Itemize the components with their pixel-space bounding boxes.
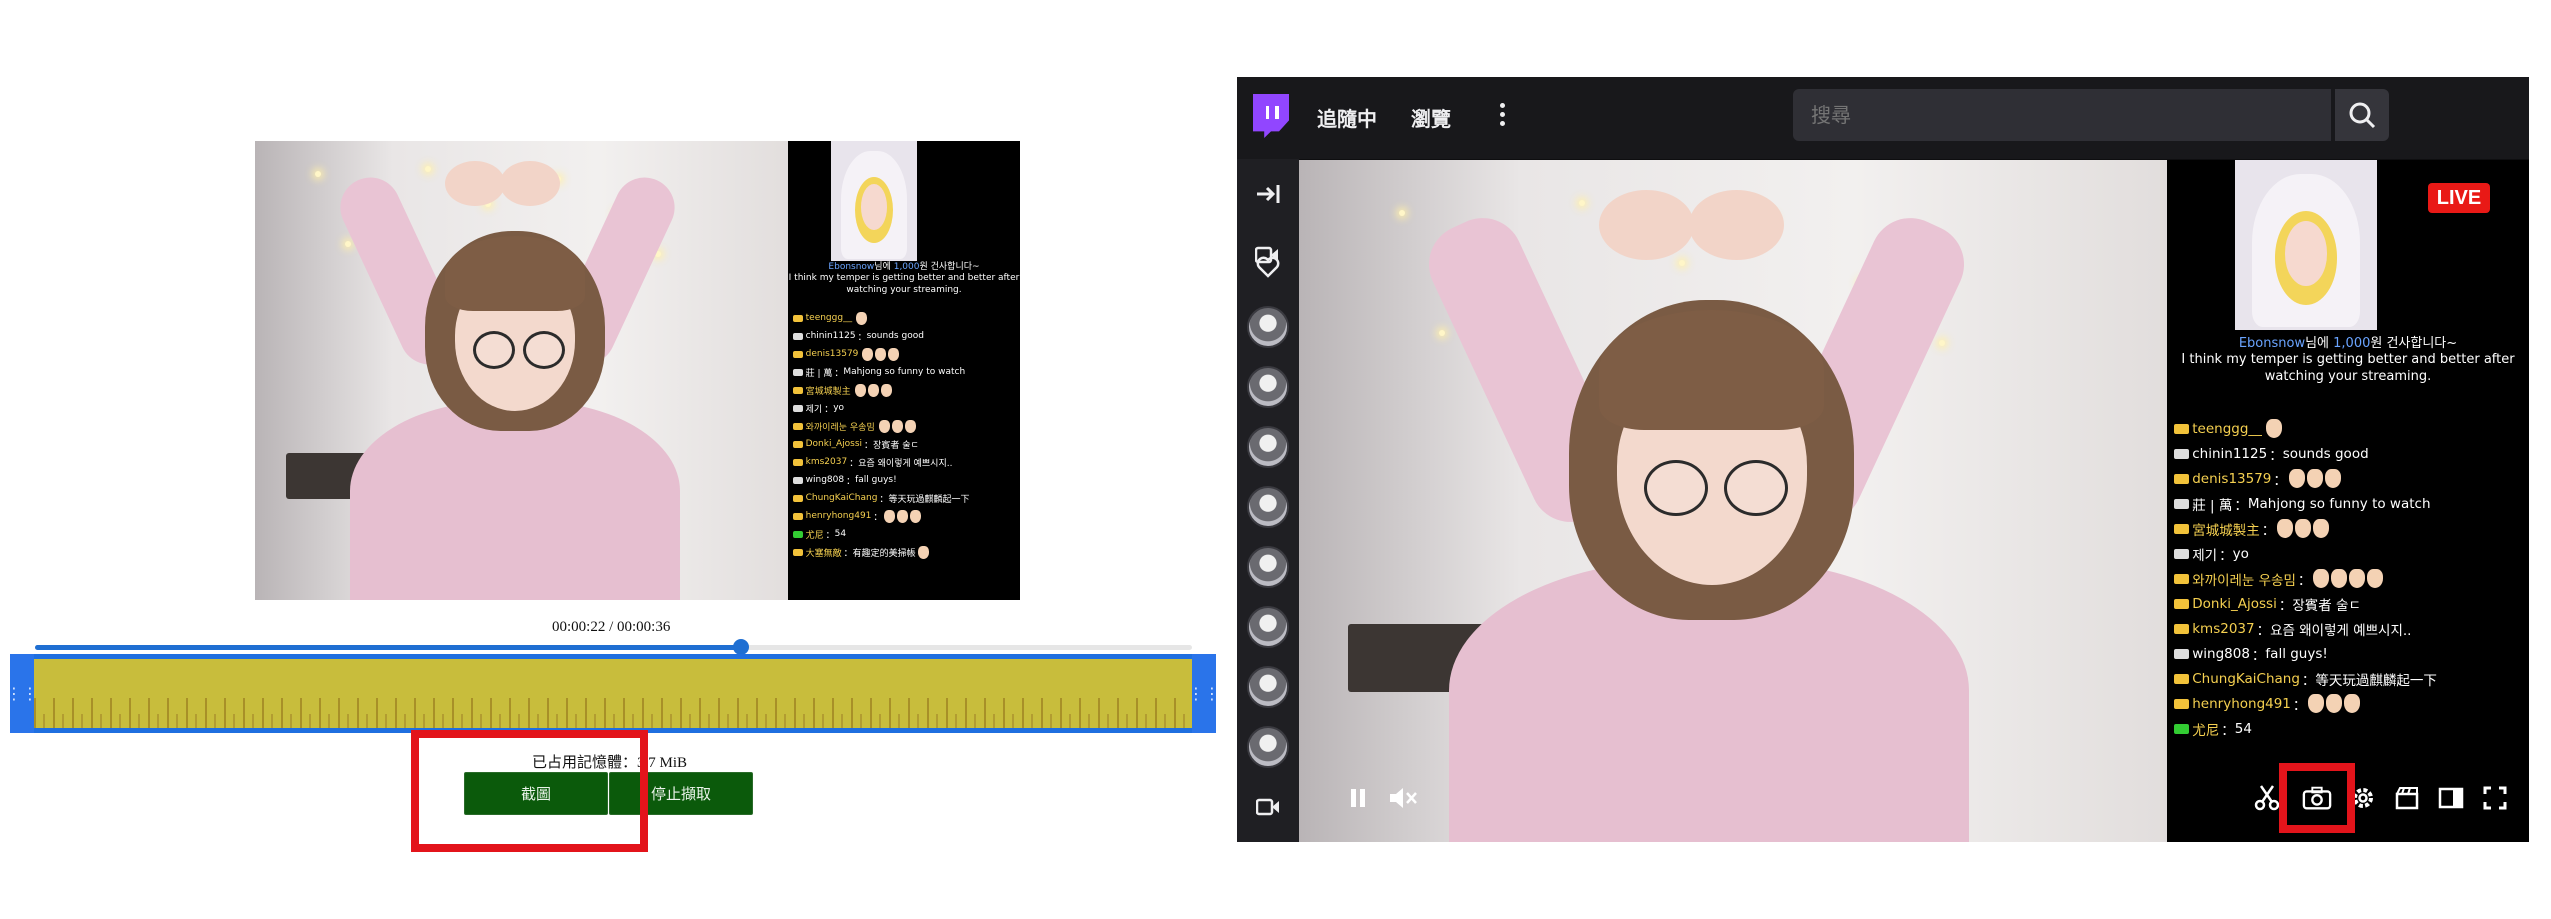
chat-line: henryhong491： <box>2174 691 2437 716</box>
nav-following[interactable]: 追隨中 <box>1317 103 1377 132</box>
chat-line: kms2037： 요즘 왜이렇게 예쁘시지.. <box>2174 616 2437 641</box>
live-badge: LIVE <box>2428 183 2490 213</box>
channel-avatar[interactable] <box>1247 726 1289 768</box>
top-nav: 追隨中 瀏覽 <box>1237 77 2529 159</box>
highlight-box <box>411 730 648 852</box>
seek-progress <box>35 645 741 650</box>
channel-avatar[interactable] <box>1247 546 1289 588</box>
chat-line: henryhong491： <box>792 507 970 525</box>
chat-line: denis13579 <box>792 345 970 363</box>
channel-avatar[interactable] <box>1247 486 1289 528</box>
time-display: 00:00:22 / 00:00:36 <box>552 619 671 635</box>
video-camera-icon[interactable] <box>1253 325 1283 355</box>
search-button[interactable] <box>2335 89 2389 141</box>
chat-line: 宮城城製主： <box>2174 516 2437 541</box>
chat-line: chinin1125： sounds good <box>792 327 970 345</box>
pause-button[interactable] <box>1343 783 1373 813</box>
chat-line: 尤尼： 54 <box>792 525 970 543</box>
donation-message: Ebonsnow님에 1,000원 건사합니다~ I think my temp… <box>2181 336 2515 384</box>
live-video-player[interactable]: Ebonsnow님에 1,000원 건사합니다~ I think my temp… <box>1299 160 2529 842</box>
chat-line: 莊 | 萬： Mahjong so funny to watch <box>2174 491 2437 516</box>
channel-avatar[interactable] <box>1247 426 1289 468</box>
fullscreen-button[interactable] <box>2480 783 2510 813</box>
chat-line: teenggg__ <box>792 309 970 327</box>
theatre-clip-button[interactable] <box>2392 783 2422 813</box>
chat-line: chinin1125： sounds good <box>2174 441 2437 466</box>
chat-line: teenggg__ <box>2174 416 2437 441</box>
channel-avatar[interactable] <box>1247 606 1289 648</box>
clip-button[interactable] <box>2252 783 2282 813</box>
mute-button[interactable] <box>1388 783 1418 813</box>
fullscreen-icon <box>2483 786 2507 810</box>
search-input[interactable] <box>1793 89 2331 141</box>
chat-line: ChungKaiChang：等天玩過麒麟起一下 <box>792 489 969 507</box>
stream-chat-overlay: Ebonsnow님에 1,000원 건사합니다~ I think my temp… <box>2167 160 2529 842</box>
trim-end-handle[interactable]: ⋮⋮ <box>1188 654 1220 733</box>
chat-line: denis13579： <box>2174 466 2437 491</box>
chat-line: wing808： fall guys! <box>2174 641 2437 666</box>
trim-waveform[interactable] <box>10 654 1216 733</box>
muted-speaker-icon <box>1390 788 1417 808</box>
theatre-mode-button[interactable] <box>2436 783 2466 813</box>
search-icon <box>2349 102 2376 129</box>
chat-line: 와까이레눈 우송밈： <box>2174 566 2437 591</box>
chat-line: 莊 | 萬： Mahjong so funny to watch <box>792 363 970 381</box>
nav-browse[interactable]: 瀏覽 <box>1411 103 1451 132</box>
chat-line: kms2037： 요즘 왜이렇게 예쁘시지.. <box>792 453 970 471</box>
theatre-mode-icon <box>2438 787 2464 809</box>
scissors-icon <box>2254 785 2280 811</box>
chat-line: 宮城城製主 <box>792 381 970 399</box>
chat-line: 尤尼： 54 <box>2174 716 2437 741</box>
donation-message: Ebonsnow님에 1,000원 건사합니다~ I think my temp… <box>788 262 1020 295</box>
chat-line: ChungKaiChang：等天玩過麒麟起一下 <box>2174 666 2437 691</box>
chat-list: teenggg__ chinin1125： sounds good denis13… <box>792 309 970 561</box>
channel-avatar[interactable] <box>1247 366 1289 408</box>
streamer-cam <box>2235 160 2377 330</box>
streamer-cam <box>831 141 917 261</box>
captured-frame-preview: Ebonsnow님에 1,000원 건사합니다~ I think my temp… <box>255 141 1020 600</box>
chat-line: wing808： fall guys! <box>792 471 970 489</box>
pause-icon <box>1351 789 1365 807</box>
clapperboard-icon <box>2395 787 2419 810</box>
chat-line: Donki_Ajossi： 장賓者 술ㄷ <box>2174 591 2437 616</box>
chat-line: 와까이레눈 우송밈 <box>792 417 970 435</box>
more-menu-icon[interactable] <box>1497 99 1507 131</box>
chat-line: Donki_Ajossi： 장賓者 술ㄷ <box>792 435 970 453</box>
twitch-logo-icon[interactable] <box>1253 94 1289 138</box>
stream-chat-overlay: Ebonsnow님에 1,000원 건사합니다~ I think my temp… <box>788 141 1020 600</box>
video-camera-icon <box>1255 246 1278 264</box>
highlight-box <box>2279 763 2355 833</box>
collapse-sidebar-icon[interactable] <box>1253 179 1283 209</box>
channel-avatar[interactable] <box>1247 666 1289 708</box>
trim-start-handle[interactable]: ⋮⋮ <box>6 654 38 733</box>
seek-thumb[interactable] <box>733 639 749 655</box>
video-camera-icon[interactable] <box>1253 792 1283 822</box>
chat-list: teenggg__ chinin1125： sounds good denis13… <box>2174 416 2437 741</box>
chat-line: 제기： yo <box>2174 541 2437 566</box>
chat-line: 大塞無敵：有趣定的美掃帳 <box>792 543 970 561</box>
chat-line: 제기： yo <box>792 399 970 417</box>
